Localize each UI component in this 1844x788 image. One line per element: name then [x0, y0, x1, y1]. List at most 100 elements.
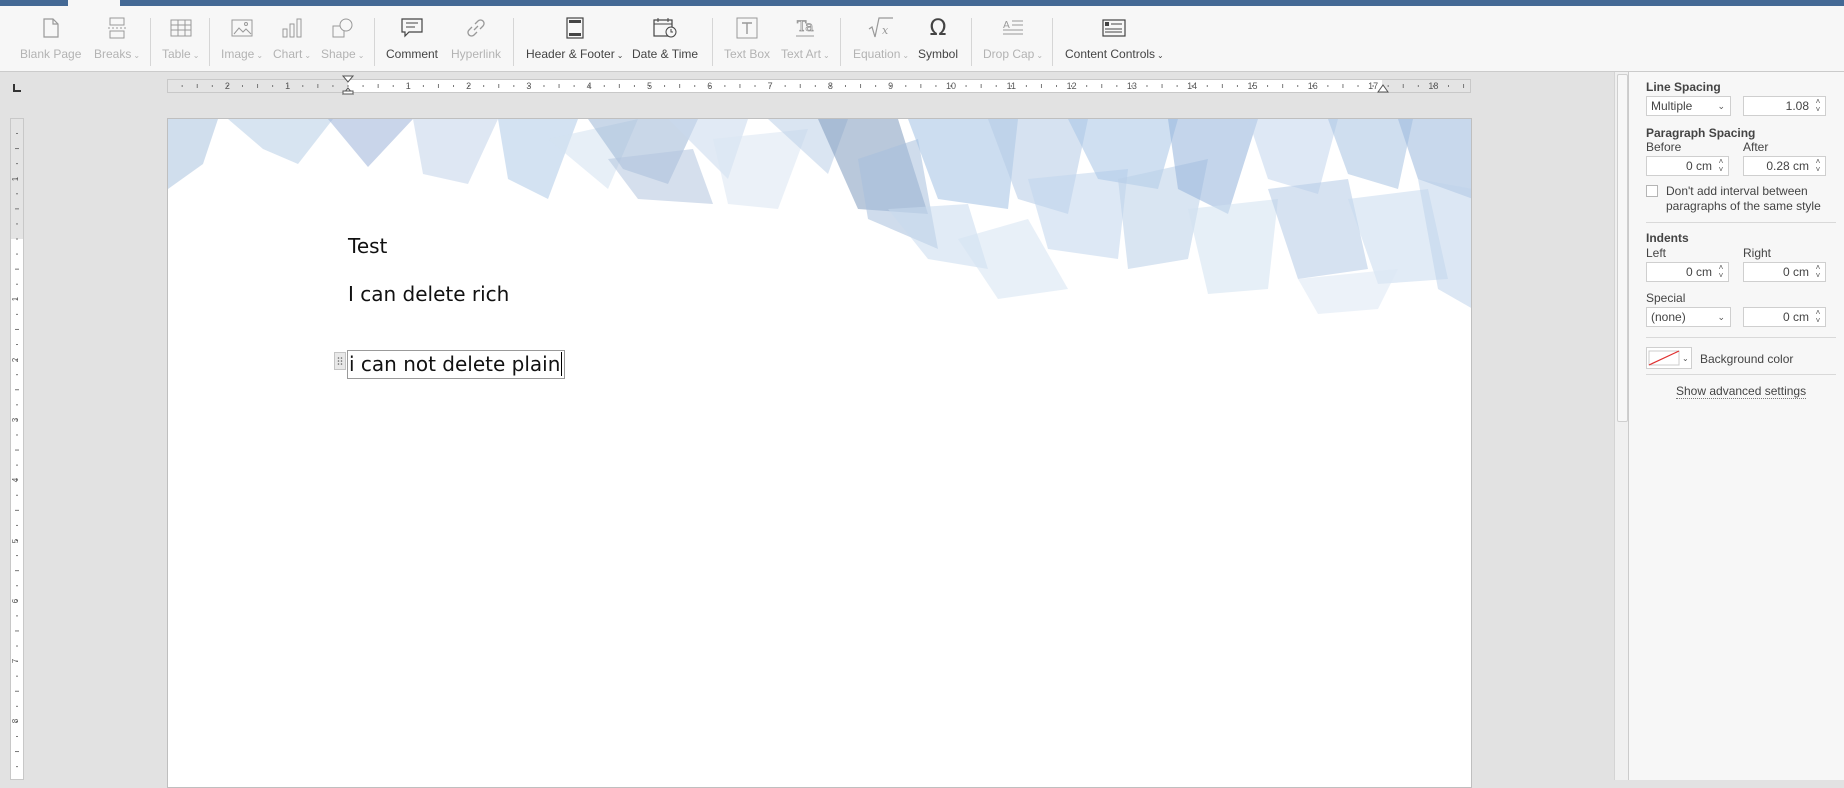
text-art-icon: Ta: [794, 14, 816, 42]
special-indent-label: Special: [1646, 291, 1686, 305]
svg-text:Ta: Ta: [797, 19, 814, 35]
right-indent-marker-icon[interactable]: [1377, 83, 1389, 93]
toolbar-separator: [712, 18, 713, 66]
comment-icon: [401, 14, 423, 42]
paragraph-spacing-title: Paragraph Spacing: [1646, 126, 1756, 140]
divider: [1646, 222, 1836, 223]
scrollbar-thumb[interactable]: [1617, 74, 1628, 422]
toolbar-separator: [209, 18, 210, 66]
spacing-before-input[interactable]: 0 cm ˄ ˅: [1646, 156, 1729, 176]
no-color-swatch-icon: ⌄: [1648, 350, 1689, 366]
header-footer-icon: [566, 14, 584, 42]
date-time-button[interactable]: Date & Time: [632, 14, 698, 66]
plain-text-content-control[interactable]: i can not delete plain: [347, 350, 566, 379]
vertical-ruler-ticks: [15, 132, 19, 768]
ruler-label: 15: [1247, 81, 1258, 91]
ruler-label: 3: [526, 81, 532, 91]
toolbar-separator: [1052, 18, 1053, 66]
content-controls-icon: [1102, 14, 1126, 42]
toolbar-separator: [971, 18, 972, 66]
tab-stop-selector[interactable]: [12, 80, 22, 92]
ruler-label: 1: [11, 176, 21, 181]
ruler-label: 1: [11, 297, 21, 302]
document-page[interactable]: Test I can delete rich i can not delete …: [167, 118, 1472, 788]
paragraph-rich-content-control[interactable]: I can delete rich: [348, 282, 509, 306]
spinner-arrows-icon[interactable]: ˄ ˅: [1716, 264, 1726, 280]
breaks-button[interactable]: Breaks ⌄: [94, 14, 140, 66]
ruler-label: 2: [11, 357, 21, 362]
chart-button[interactable]: Chart ⌄: [273, 14, 311, 66]
hyperlink-button[interactable]: Hyperlink: [451, 14, 501, 66]
left-indent-input[interactable]: 0 cm ˄ ˅: [1646, 262, 1729, 282]
spinner-arrows-icon[interactable]: ˄ ˅: [1813, 264, 1823, 280]
text-box-icon: [736, 14, 758, 42]
chevron-down-icon: ⌄: [1717, 101, 1725, 111]
toolbar-separator: [513, 18, 514, 66]
ruler-label: 5: [11, 538, 21, 543]
spinner-arrows-icon[interactable]: ˄ ˅: [1716, 158, 1726, 174]
comment-button[interactable]: Comment: [386, 14, 438, 66]
spinner-arrows-icon[interactable]: ˄ ˅: [1813, 309, 1823, 325]
equation-button[interactable]: x Equation ⌄: [853, 14, 909, 66]
chart-icon: [281, 14, 303, 42]
hyperlink-icon: [465, 14, 487, 42]
svg-text:x: x: [882, 24, 889, 37]
symbol-button[interactable]: Ω Symbol: [918, 14, 958, 66]
omega-icon: Ω: [929, 15, 947, 41]
svg-text:⌄: ⌄: [1682, 354, 1689, 363]
image-icon: [231, 14, 253, 42]
svg-text:A: A: [1003, 20, 1010, 31]
paragraph-test[interactable]: Test: [348, 234, 387, 258]
insert-toolbar: Blank Page Breaks ⌄ Table ⌄ Image ⌄ Chart ⌄ …: [0, 6, 1844, 72]
horizontal-ruler[interactable]: 2 1 1 2 3 4 5 6 7 8 9 10 11 12 13 14 15 16 17 18: [167, 75, 1471, 95]
toolbar-separator: [840, 18, 841, 66]
ruler-label: 2: [466, 81, 472, 91]
image-button[interactable]: Image ⌄: [221, 14, 263, 66]
ruler-label: 7: [11, 658, 21, 664]
right-indent-input[interactable]: 0 cm ˄ ˅: [1743, 262, 1826, 282]
special-indent-select[interactable]: (none) ⌄: [1646, 307, 1731, 327]
spinner-arrows-icon[interactable]: ˄ ˅: [1813, 98, 1823, 114]
shape-icon: [332, 14, 354, 42]
ruler-label: 5: [646, 81, 653, 91]
background-color-button[interactable]: ⌄: [1646, 347, 1692, 369]
vertical-ruler[interactable]: 1 1 2 3 4 5 6 7 8: [10, 118, 24, 780]
paragraph-plain-content-control[interactable]: i can not delete plain: [349, 352, 560, 376]
ruler-ticks: [181, 84, 1465, 88]
special-indent-value-input[interactable]: 0 cm ˄ ˅: [1743, 307, 1826, 327]
toolbar-separator: [150, 18, 151, 66]
ruler-label: 2: [224, 81, 230, 91]
spacing-after-input[interactable]: 0.28 cm ˄ ˅: [1743, 156, 1826, 176]
line-spacing-type-select[interactable]: Multiple ⌄: [1646, 96, 1731, 116]
header-footer-button[interactable]: Header & Footer ⌄: [526, 14, 623, 66]
dont-add-interval-checkbox[interactable]: [1646, 185, 1658, 197]
vertical-scrollbar[interactable]: [1614, 72, 1629, 780]
after-label: After: [1743, 140, 1769, 154]
drop-cap-button[interactable]: A Drop Cap ⌄: [983, 14, 1043, 66]
line-spacing-value-input[interactable]: 1.08 ˄ ˅: [1743, 96, 1826, 116]
blank-page-button[interactable]: Blank Page: [20, 14, 81, 66]
paragraph-settings-panel: Line Spacing Multiple ⌄ 1.08 ˄ ˅ Paragraph …: [1629, 72, 1844, 780]
ruler-label: 4: [586, 81, 592, 91]
table-button[interactable]: Table ⌄: [162, 14, 199, 66]
dont-add-interval-label[interactable]: Don't add interval between paragraphs of…: [1666, 184, 1836, 214]
text-cursor: [561, 352, 563, 376]
ruler-label: 8: [11, 719, 21, 724]
ruler-label: 6: [707, 81, 713, 91]
text-box-button[interactable]: Text Box: [724, 14, 770, 66]
show-advanced-settings-link[interactable]: Show advanced settings: [1676, 384, 1807, 399]
left-indent-label: Left: [1646, 246, 1667, 260]
content-control-drag-handle-icon[interactable]: [334, 352, 346, 370]
ruler-label: 7: [767, 81, 773, 91]
shape-button[interactable]: Shape ⌄: [321, 14, 364, 66]
text-art-button[interactable]: Ta Text Art ⌄: [781, 14, 830, 66]
ruler-label: 13: [1126, 81, 1137, 91]
ruler-label: 18: [1428, 81, 1439, 91]
spinner-arrows-icon[interactable]: ˄ ˅: [1813, 158, 1823, 174]
ruler-label: 3: [11, 417, 21, 423]
ruler-label: 16: [1307, 81, 1318, 91]
ruler-label: 4: [11, 477, 21, 483]
content-controls-button[interactable]: Content Controls ⌄: [1065, 14, 1164, 66]
before-label: Before: [1646, 140, 1682, 154]
indent-marker-icon[interactable]: [342, 75, 354, 95]
